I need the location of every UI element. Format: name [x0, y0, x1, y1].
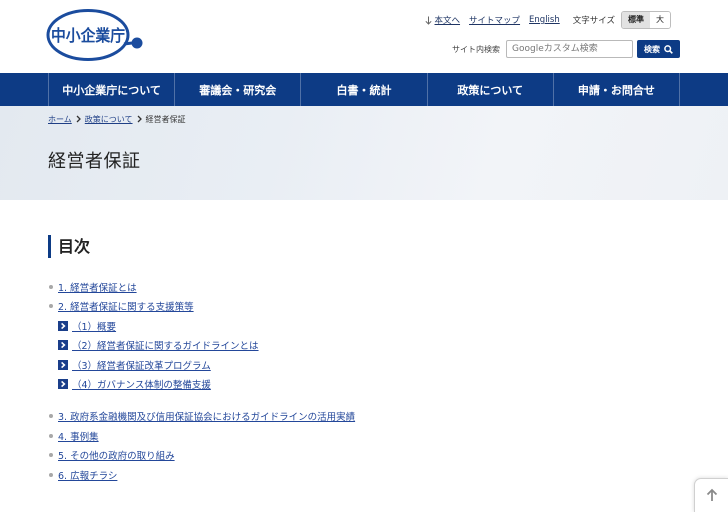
- chevron-right-box-icon: [58, 320, 68, 331]
- breadcrumb-current: 経営者保証: [145, 114, 186, 124]
- toc-item: 4. 事例集: [48, 426, 355, 446]
- toc-sublink-4[interactable]: （4）ガバナンス体制の整備支援: [72, 377, 211, 391]
- toc-subitem: （3）経営者保証改革プログラム: [48, 355, 355, 375]
- search-button[interactable]: 検索: [637, 40, 680, 58]
- chevron-right-box-icon: [58, 379, 68, 390]
- toc-subitem: （2）経営者保証に関するガイドラインとは: [48, 336, 355, 356]
- toc-sublink-3[interactable]: （3）経営者保証改革プログラム: [72, 358, 211, 372]
- toc-item: 5. その他の政府の取り組み: [48, 446, 355, 466]
- nav-item-whitepapers[interactable]: 白書・統計: [300, 73, 426, 106]
- toc-link-4[interactable]: 4. 事例集: [58, 429, 99, 443]
- nav-item-about[interactable]: 中小企業庁について: [48, 73, 174, 106]
- toc-subitem: （4）ガバナンス体制の整備支援: [48, 375, 355, 395]
- back-to-top-button[interactable]: [694, 478, 728, 512]
- toc-sublist: （1）概要 （2）経営者保証に関するガイドラインとは （3）経営者保証改革プログ…: [48, 316, 355, 394]
- bullet-dot-icon: [49, 472, 53, 477]
- nav-item-label: 審議会・研究会: [199, 83, 277, 97]
- nav-item-label: 中小企業庁について: [62, 83, 161, 97]
- breadcrumb: ホーム 政策について 経営者保証: [48, 113, 186, 125]
- site-search-label: サイト内検索: [452, 44, 500, 54]
- breadcrumb-home-link[interactable]: ホーム: [48, 115, 72, 124]
- toc-item: 6. 広報チラシ: [48, 465, 355, 485]
- chevron-right-box-icon: [58, 340, 68, 351]
- toc-link-3[interactable]: 3. 政府系金融機関及び信用保証協会におけるガイドラインの活用実績: [58, 409, 355, 423]
- skip-to-content-label: 本文へ: [434, 16, 461, 26]
- font-size-standard-button[interactable]: 標準: [622, 12, 650, 28]
- table-of-contents: 1. 経営者保証とは 2. 経営者保証に関する支援策等 （1）概要 （2）経営者…: [48, 277, 355, 485]
- utility-links: 本文へ サイトマップ English 文字サイズ 標準 大: [424, 11, 671, 29]
- toc-link-5[interactable]: 5. その他の政府の取り組み: [58, 448, 175, 462]
- logo-text: 中小企業庁: [51, 26, 125, 45]
- font-size-toggle: 標準 大: [621, 11, 671, 29]
- search-input[interactable]: [506, 40, 633, 58]
- page-title: 経営者保証: [48, 151, 141, 172]
- global-nav: 中小企業庁について 審議会・研究会 白書・統計 政策について 申請・お問合せ: [0, 73, 728, 106]
- toc-item: 1. 経営者保証とは: [48, 277, 355, 297]
- toc-link-1[interactable]: 1. 経営者保証とは: [58, 280, 137, 294]
- site-logo[interactable]: 中小企業庁: [46, 7, 146, 65]
- bullet-dot-icon: [49, 453, 53, 458]
- toc-item: 2. 経営者保証に関する支援策等 （1）概要 （2）経営者保証に関するガイドライ…: [48, 297, 355, 395]
- arrow-up-icon: [706, 488, 718, 501]
- nav-item-councils[interactable]: 審議会・研究会: [174, 73, 300, 106]
- nav-item-applications[interactable]: 申請・お問合せ: [552, 73, 681, 106]
- arrow-down-icon: [424, 16, 432, 25]
- english-link[interactable]: English: [529, 15, 560, 25]
- toc-link-6[interactable]: 6. 広報チラシ: [58, 468, 117, 482]
- chevron-right-icon: [76, 115, 81, 123]
- nav-item-label: 白書・統計: [336, 83, 392, 97]
- toc-link-2[interactable]: 2. 経営者保証に関する支援策等: [58, 299, 194, 313]
- page-header: ホーム 政策について 経営者保証 経営者保証: [0, 106, 728, 200]
- toc-sublink-1[interactable]: （1）概要: [72, 319, 116, 333]
- bullet-dot-icon: [49, 284, 53, 289]
- search-icon: [664, 44, 673, 54]
- sitemap-link[interactable]: サイトマップ: [469, 14, 520, 26]
- toc-item: 3. 政府系金融機関及び信用保証協会におけるガイドラインの活用実績: [48, 407, 355, 427]
- chevron-right-box-icon: [58, 359, 68, 370]
- toc-heading: 目次: [48, 235, 90, 258]
- nav-item-policies[interactable]: 政策について: [426, 73, 553, 106]
- nav-item-label: 政策について: [457, 83, 524, 97]
- toc-sublink-2[interactable]: （2）経営者保証に関するガイドラインとは: [72, 338, 259, 352]
- font-size-label: 文字サイズ: [572, 16, 615, 26]
- bullet-dot-icon: [49, 304, 53, 309]
- skip-to-content-link[interactable]: 本文へ: [424, 14, 461, 26]
- breadcrumb-policies-link[interactable]: 政策について: [85, 115, 133, 124]
- chevron-right-icon: [137, 115, 142, 123]
- logo-emblem: 中小企業庁: [46, 9, 143, 61]
- search-button-label: 検索: [644, 44, 660, 54]
- font-size-large-button[interactable]: 大: [650, 12, 670, 28]
- bullet-dot-icon: [49, 433, 53, 438]
- toc-subitem: （1）概要: [48, 316, 355, 336]
- nav-item-label: 申請・お問合せ: [577, 83, 655, 97]
- site-search: サイト内検索 検索: [452, 40, 680, 58]
- bullet-dot-icon: [49, 414, 53, 419]
- site-header: 中小企業庁 本文へ サイトマップ English 文字サイズ 標準 大 サイト内…: [0, 0, 728, 73]
